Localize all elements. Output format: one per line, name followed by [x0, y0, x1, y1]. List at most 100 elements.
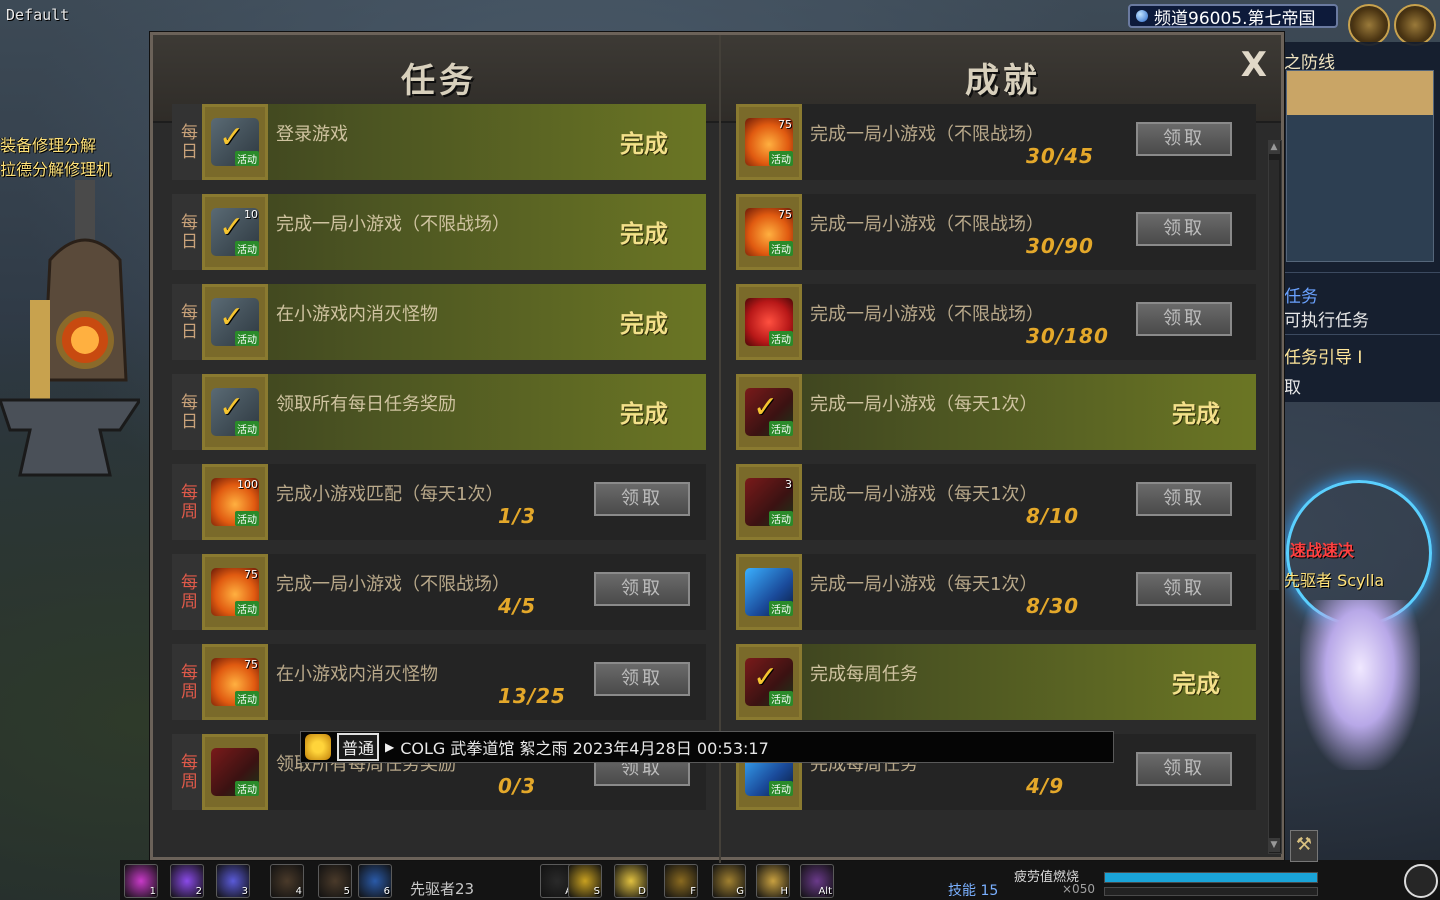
claim-button[interactable]: 领取	[1136, 752, 1232, 786]
reward-count: 75	[778, 118, 792, 131]
reward-icon-frame[interactable]: 75 活动	[736, 104, 802, 180]
event-badge: 活动	[235, 421, 259, 436]
period-tag: 每日	[172, 104, 202, 180]
skill-slot[interactable]: 4	[270, 864, 304, 898]
level-label: 先驱者23	[410, 880, 475, 898]
skill-slot[interactable]: 6	[358, 864, 392, 898]
channel-indicator[interactable]: 频道96005.第七帝国	[1128, 4, 1338, 29]
event-badge: 活动	[235, 601, 259, 616]
progress-text: 30/45	[1026, 144, 1094, 168]
trophy-icon: 75 活动	[211, 568, 259, 616]
gift-icon: 活动	[745, 298, 793, 346]
quest-tracker-line[interactable]: 可执行任务	[1284, 306, 1369, 331]
reward-icon-frame[interactable]: 活动	[736, 554, 802, 630]
claim-button[interactable]: 领取	[594, 572, 690, 606]
reward-icon-frame[interactable]: ✓ 活动	[202, 104, 268, 180]
quest-tracker-head[interactable]: 任务	[1284, 282, 1318, 307]
reward-icon-frame[interactable]: 75 活动	[736, 194, 802, 270]
tab-achievements[interactable]: 成就	[965, 53, 1041, 102]
skill-slot[interactable]: F	[664, 864, 698, 898]
scroll-down-icon[interactable]: ▼	[1268, 838, 1280, 852]
reward-icon-frame[interactable]: ✓ 活动	[202, 374, 268, 450]
skill-slot[interactable]: G	[712, 864, 746, 898]
reward-icon-frame[interactable]: 3 活动	[736, 464, 802, 540]
hotkey-label: 3	[241, 886, 248, 897]
anvil	[0, 398, 140, 477]
minimap[interactable]	[1286, 70, 1434, 262]
item-title: 完成一局小游戏（不限战场）	[810, 124, 1044, 145]
list-item: 3 活动 完成一局小游戏（每天1次） 8/10 领取	[736, 464, 1256, 540]
reward-icon-frame[interactable]: 75 活动	[202, 554, 268, 630]
claim-button[interactable]: 领取	[1136, 482, 1232, 516]
quest-receive-item[interactable]: 取	[1284, 373, 1301, 398]
claim-button[interactable]: 领取	[1136, 212, 1232, 246]
skill-slot[interactable]: S	[568, 864, 602, 898]
refresh-icon[interactable]	[1404, 864, 1438, 898]
list-item: 活动 完成一局小游戏（每天1次） 8/30 领取	[736, 554, 1256, 630]
item-title: 完成小游戏匹配（每天1次）	[276, 484, 504, 505]
progress-text: 30/180	[1026, 324, 1109, 348]
reward-icon-frame[interactable]: ✓ 活动	[736, 644, 802, 720]
reward-icon-frame[interactable]: 100 活动	[202, 464, 268, 540]
close-button[interactable]: X	[1241, 45, 1267, 85]
done-status: 完成	[620, 220, 668, 248]
list-item: 每日 ✓ 10 活动 完成一局小游戏（不限战场） 完成	[172, 194, 706, 270]
tab-tasks[interactable]: 任务	[401, 53, 477, 102]
chat-channel-badge[interactable]: 普通	[337, 733, 380, 761]
event-badge: 活动	[769, 691, 793, 706]
trophy-icon: 75 活动	[745, 118, 793, 166]
skill-points[interactable]: 技能 15	[948, 880, 998, 900]
item-title: 完成每周任务	[810, 664, 918, 685]
skill-slot[interactable]: 2	[170, 864, 204, 898]
reward-icon-frame[interactable]: 75 活动	[202, 644, 268, 720]
quest-guide-item[interactable]: 任务引导 I	[1284, 343, 1362, 368]
claim-button[interactable]: 领取	[1136, 122, 1232, 156]
list-item: 75 活动 完成一局小游戏（不限战场） 30/45 领取	[736, 104, 1256, 180]
progress-text: 4/5	[498, 594, 537, 618]
claim-button[interactable]: 领取	[594, 662, 690, 696]
chat-message-text: COLG 武拳道馆 絮之雨 2023年4月28日 00:53:17	[400, 739, 769, 758]
period-tag: 每日	[172, 194, 202, 270]
emoji-face-icon[interactable]	[305, 734, 331, 760]
blue-sword-icon: 活动	[745, 568, 793, 616]
done-status: 完成	[620, 400, 668, 428]
reward-icon-frame[interactable]: ✓ 10 活动	[202, 194, 268, 270]
sword-check-icon: ✓ 活动	[745, 388, 793, 436]
skill-slot[interactable]: 5	[318, 864, 352, 898]
reward-count: 75	[244, 568, 258, 581]
skill-slot[interactable]: D	[614, 864, 648, 898]
hammer-icon[interactable]: ⚒	[1290, 830, 1318, 862]
done-status: 完成	[620, 310, 668, 338]
skill-slot[interactable]: Alt	[800, 864, 834, 898]
event-badge: 活动	[235, 691, 259, 706]
trophy-icon: 100 活动	[211, 478, 259, 526]
map-parchment	[1287, 71, 1433, 115]
skill-slot[interactable]: H	[756, 864, 790, 898]
skill-slot[interactable]: 3	[216, 864, 250, 898]
claim-button[interactable]: 领取	[1136, 302, 1232, 336]
checkmark-icon: ✓	[219, 120, 245, 155]
hotkey-label: 6	[383, 886, 390, 897]
reward-icon-frame[interactable]: ✓ 活动	[736, 374, 802, 450]
list-item: 每周 75 活动 完成一局小游戏（不限战场） 4/5 领取	[172, 554, 706, 630]
scrollbar-thumb[interactable]	[1269, 160, 1279, 590]
claim-button[interactable]: 领取	[594, 482, 690, 516]
reward-icon-frame[interactable]: 活动	[736, 284, 802, 360]
character-name[interactable]: 先驱者 Scylla	[1284, 567, 1384, 591]
sword-check-icon: ✓ 活动	[745, 658, 793, 706]
reward-icon-frame[interactable]: ✓ 活动	[202, 284, 268, 360]
reward-icon-frame[interactable]: 活动	[202, 734, 268, 810]
progress-text: 13/25	[498, 684, 566, 708]
period-tag: 每日	[172, 374, 202, 450]
scroll-up-icon[interactable]: ▲	[1268, 140, 1280, 154]
npc-name[interactable]: 拉德分解修理机	[0, 156, 112, 180]
player-character[interactable]	[1300, 600, 1420, 770]
menu-orb-button[interactable]	[1348, 4, 1390, 46]
event-badge: 活动	[235, 151, 259, 166]
compass-icon[interactable]	[1394, 4, 1436, 46]
claim-button[interactable]: 领取	[1136, 572, 1232, 606]
hotkey-label: D	[638, 886, 646, 897]
skill-slot[interactable]: 1	[124, 864, 158, 898]
progress-text: 8/10	[1026, 504, 1080, 528]
exp-bar	[1104, 887, 1318, 896]
